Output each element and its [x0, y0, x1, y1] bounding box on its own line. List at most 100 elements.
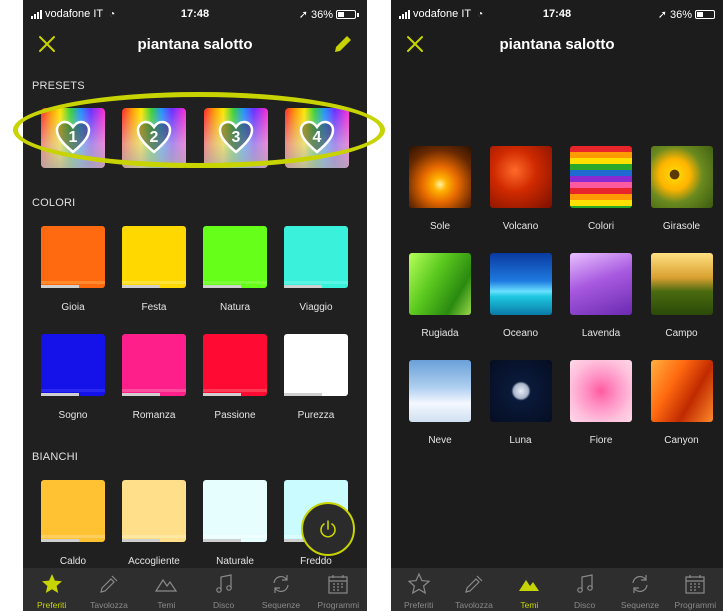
theme-label: Fiore	[589, 435, 613, 446]
swatch-label: Caldo	[59, 556, 87, 567]
theme-tile[interactable]	[650, 146, 713, 208]
page-title: piantana salotto	[137, 36, 253, 53]
swatch-brightness-bar	[284, 285, 323, 288]
theme-tile[interactable]	[409, 146, 471, 208]
power-icon	[320, 520, 336, 538]
theme-label: Canyon	[664, 435, 699, 446]
theme-label: Girasole	[662, 221, 701, 232]
color-swatch[interactable]	[41, 334, 105, 396]
theme-tile[interactable]	[570, 146, 632, 208]
presets-highlight-ellipse	[13, 92, 385, 168]
color-swatch[interactable]	[122, 480, 186, 542]
power-button[interactable]	[301, 502, 355, 556]
color-swatch[interactable]	[284, 334, 348, 396]
color-swatch[interactable]	[203, 480, 267, 542]
swatch-label: Natura	[219, 302, 250, 313]
theme-label: Colori	[587, 221, 615, 232]
bianchi-heading: BIANCHI	[32, 451, 79, 463]
presets-heading: PRESETS	[32, 80, 85, 92]
battery-percent: 36%	[310, 8, 333, 21]
color-swatch[interactable]	[122, 226, 186, 288]
theme-label: Sole	[429, 221, 450, 232]
battery-icon	[336, 10, 356, 19]
theme-label: Rugiada	[421, 328, 459, 339]
swatch-stripe	[284, 281, 348, 284]
theme-tile[interactable]	[570, 253, 632, 315]
swatch-stripe	[122, 389, 186, 392]
status-bar: vodafone IT ◔ 17:48 ➚ 36%	[23, 0, 367, 28]
swatch-label: Gioia	[61, 302, 85, 313]
theme-tile[interactable]	[409, 360, 471, 422]
swatch-label: Naturale	[216, 556, 254, 567]
status-right: ➚ 36%	[658, 8, 715, 21]
tab-disco[interactable]: Disco	[557, 568, 613, 611]
status-bar: vodafone IT ◔ 17:48 ➚ 36%	[391, 0, 723, 28]
theme-tile[interactable]	[489, 360, 552, 422]
theme-tile[interactable]	[570, 360, 632, 422]
nav-bar: piantana salotto	[391, 28, 723, 64]
tab-preferiti[interactable]: Preferiti	[24, 568, 80, 611]
color-swatch[interactable]	[203, 226, 267, 288]
swatch-brightness-bar	[284, 393, 323, 396]
swatch-label: Sogno	[58, 410, 88, 421]
tab-label: Programmi	[317, 600, 360, 610]
tab-preferiti[interactable]: Preferiti	[391, 568, 447, 611]
tab-tavolozza[interactable]: Tavolozza	[81, 568, 137, 611]
swatch-stripe	[203, 281, 267, 284]
tab-label: Programmi	[674, 600, 717, 610]
swatch-label: Viaggio	[299, 302, 333, 313]
tab-temi[interactable]: Temi	[501, 568, 557, 611]
swatch-label: Freddo	[300, 556, 332, 567]
tab-programmi[interactable]: Programmi	[310, 568, 366, 611]
tab-programmi[interactable]: Programmi	[667, 568, 723, 611]
swatch-label: Accogliente	[128, 556, 180, 567]
swatch-brightness-bar	[122, 539, 161, 542]
swatch-label: Festa	[141, 302, 167, 313]
temi-screen: vodafone IT ◔ 17:48 ➚ 36% piantana salot…	[391, 0, 723, 611]
tab-temi[interactable]: Temi	[138, 568, 194, 611]
battery-percent: 36%	[669, 8, 692, 21]
swatch-stripe	[41, 389, 105, 392]
color-swatch[interactable]	[203, 334, 267, 396]
swatch-label: Passione	[214, 410, 256, 421]
color-swatch[interactable]	[41, 480, 105, 542]
theme-tile[interactable]	[489, 253, 552, 315]
swatch-stripe	[122, 281, 186, 284]
theme-tile[interactable]	[650, 360, 713, 422]
theme-label: Lavenda	[581, 328, 621, 339]
tab-tavolozza[interactable]: Tavolozza	[446, 568, 502, 611]
tab-disco[interactable]: Disco	[196, 568, 252, 611]
swatch-brightness-bar	[122, 285, 161, 288]
theme-label: Oceano	[502, 328, 539, 339]
color-swatch[interactable]	[284, 226, 348, 288]
theme-tile[interactable]	[489, 146, 552, 208]
pencil-icon[interactable]	[331, 32, 355, 56]
swatch-brightness-bar	[41, 539, 80, 542]
tab-bar: Preferiti Tavolozza Temi Disco Sequenze Progr…	[391, 568, 723, 611]
swatch-label: Romanza	[132, 410, 176, 421]
nav-bar: piantana salotto	[23, 28, 367, 64]
swatch-stripe	[284, 389, 348, 392]
theme-label: Luna	[509, 435, 532, 446]
theme-label: Volcano	[502, 221, 539, 232]
battery-icon	[695, 10, 715, 19]
battery-tip	[357, 12, 359, 17]
swatch-brightness-bar	[122, 393, 161, 396]
tab-sequenze[interactable]: Sequenze	[253, 568, 309, 611]
tab-sequenze[interactable]: Sequenze	[612, 568, 668, 611]
theme-tile[interactable]	[650, 253, 713, 315]
colori-heading: COLORI	[32, 197, 76, 209]
swatch-brightness-bar	[203, 539, 242, 542]
swatch-brightness-bar	[41, 285, 80, 288]
swatch-stripe	[41, 281, 105, 284]
theme-label: Neve	[428, 435, 452, 446]
swatch-stripe	[122, 535, 186, 538]
page-title: piantana salotto	[499, 36, 615, 53]
status-right: ➚ 36%	[299, 8, 359, 21]
location-icon: ➚	[657, 9, 667, 21]
tab-bar: Preferiti Tavolozza Temi Disco Sequenze Progr…	[23, 568, 367, 611]
color-swatch[interactable]	[41, 226, 105, 288]
theme-tile[interactable]	[409, 253, 471, 315]
swatch-label: Purezza	[297, 410, 335, 421]
color-swatch[interactable]	[122, 334, 186, 396]
